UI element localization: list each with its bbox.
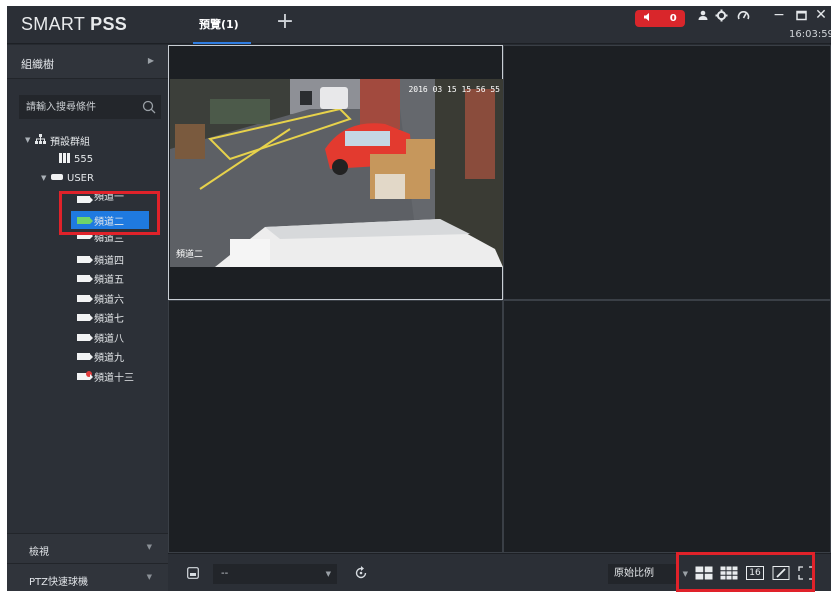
app-logo: SMART PSS (21, 14, 128, 34)
channel-label: 頻道五 (94, 274, 124, 286)
tree-channel-13[interactable]: 頻道十三 (77, 367, 134, 385)
ratio-value: 原始比例 (614, 568, 654, 579)
panel-ptz[interactable]: PTZ快速球機 ▼ (7, 563, 168, 591)
channel-label: 頻道七 (94, 313, 124, 325)
aspect-ratio-select[interactable]: 原始比例 ▼ (608, 564, 688, 584)
org-chart-icon (35, 133, 46, 147)
chevron-down-icon: ▼ (146, 543, 152, 551)
alarm-count: 0 (669, 13, 677, 24)
smart-pss-window: SMART PSS 預覽(1) + 0 − ✕ 16:03:59 組織樹 ▶ 請… (7, 6, 831, 591)
speaker-icon (643, 12, 653, 25)
tab-preview[interactable]: 預覽(1) (199, 16, 239, 32)
video-window-4[interactable] (503, 300, 831, 553)
maximize-icon[interactable] (793, 7, 809, 25)
chevron-down-icon: ▼ (325, 570, 331, 578)
tree-root-label: 預設群組 (50, 136, 90, 148)
org-tree-title: 組織樹 (21, 58, 54, 71)
clock: 16:03:59 (789, 29, 831, 40)
caret-down-icon: ▼ (41, 174, 47, 182)
device-tree-panel: 組織樹 ▶ ▼ 預設群組 555 ▼ USER (7, 45, 168, 591)
selection-annotation-box (59, 191, 160, 235)
user-icon[interactable] (695, 9, 711, 25)
preset-value: -- (221, 568, 229, 579)
save-view-icon[interactable] (187, 567, 199, 579)
video-timestamp: 2016 03 15 15 56 55 (408, 85, 500, 94)
panel-view-label: 檢視 (29, 547, 49, 558)
video-grid: 2016 03 15 15 56 55 頻道二 (168, 45, 831, 553)
caret-down-icon: ▼ (25, 136, 31, 144)
street-camera-image (170, 79, 503, 267)
view-preset-select[interactable]: -- ▼ (213, 564, 337, 584)
tree-channel-7[interactable]: 頻道七 (77, 308, 124, 326)
search-input[interactable] (20, 96, 138, 118)
chevron-right-icon: ▶ (147, 56, 154, 65)
camera-icon (77, 313, 93, 321)
search-box (19, 95, 161, 119)
panel-ptz-label: PTZ快速球機 (29, 577, 88, 588)
tree-channel-8[interactable]: 頻道八 (77, 328, 124, 346)
refresh-icon[interactable] (354, 566, 368, 580)
camera-icon (77, 294, 93, 302)
layout-tools-annotation-box (676, 552, 815, 592)
tree-item-user[interactable]: ▼ USER (41, 169, 94, 187)
camera-icon (77, 274, 93, 282)
gear-icon[interactable] (713, 9, 729, 26)
alarm-badge[interactable]: 0 (635, 10, 685, 27)
device-icon (51, 173, 63, 184)
tree-channel-9[interactable]: 頻道九 (77, 347, 124, 365)
live-video-feed[interactable]: 2016 03 15 15 56 55 頻道二 (170, 79, 503, 267)
close-icon[interactable]: ✕ (813, 7, 829, 23)
tree-item-555[interactable]: 555 (59, 150, 93, 168)
camera-icon (77, 333, 93, 341)
title-bar: SMART PSS 預覽(1) + 0 − ✕ 16:03:59 (7, 6, 831, 44)
video-window-2[interactable] (503, 45, 831, 300)
tree-item-label: USER (67, 172, 94, 184)
minimize-icon[interactable]: − (771, 7, 787, 23)
tree-item-label: 555 (74, 153, 94, 165)
video-window-1[interactable]: 2016 03 15 15 56 55 頻道二 (168, 45, 503, 300)
dvr-device-icon (59, 152, 70, 166)
panel-view[interactable]: 檢視 ▼ (7, 533, 168, 563)
channel-label: 頻道六 (94, 294, 124, 306)
tree-channel-5[interactable]: 頻道五 (77, 269, 124, 287)
chevron-down-icon: ▼ (146, 573, 152, 581)
channel-label: 頻道十三 (94, 372, 134, 384)
video-window-3[interactable] (168, 300, 503, 553)
camera-icon (77, 352, 93, 360)
org-tree-header[interactable]: 組織樹 ▶ (7, 45, 168, 79)
gauge-icon[interactable] (735, 9, 751, 25)
search-icon[interactable] (141, 99, 157, 115)
channel-label: 頻道四 (94, 255, 124, 267)
camera-icon (77, 255, 93, 263)
camera-offline-icon (77, 370, 93, 380)
tree-channel-6[interactable]: 頻道六 (77, 289, 124, 307)
tree-root-default-group[interactable]: ▼ 預設群組 (25, 131, 90, 149)
tree-channel-4[interactable]: 頻道四 (77, 250, 124, 268)
video-channel-label: 頻道二 (176, 250, 204, 260)
channel-label: 頻道九 (94, 352, 124, 364)
active-tab-indicator (193, 42, 251, 44)
plus-icon[interactable]: + (275, 10, 295, 34)
channel-label: 頻道八 (94, 333, 124, 345)
